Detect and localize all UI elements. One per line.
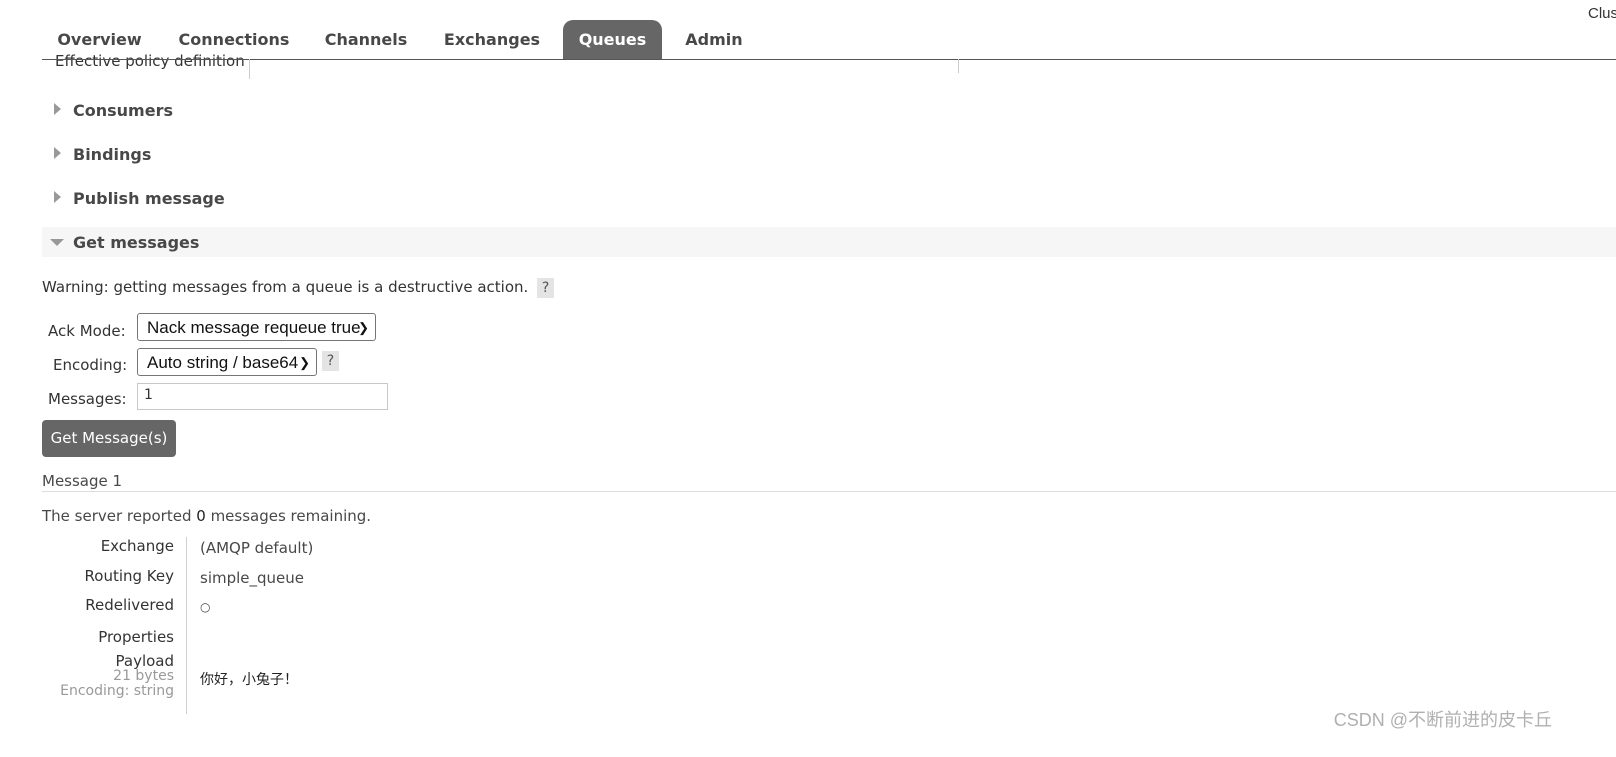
- section-title: Publish message: [73, 189, 225, 208]
- chevron-down-icon: ❯: [358, 320, 369, 335]
- tab-exchanges[interactable]: Exchanges: [430, 20, 554, 59]
- redelivered-key: Redelivered: [85, 596, 174, 614]
- remaining-count: 0: [196, 507, 206, 525]
- divider: [42, 491, 1616, 492]
- get-messages-button[interactable]: Get Message(s): [42, 420, 176, 457]
- routing-key-value: simple_queue: [200, 569, 305, 587]
- warning-text: Warning: getting messages from a queue i…: [42, 278, 529, 296]
- payload-key: Payload: [115, 652, 175, 670]
- properties-key: Properties: [98, 628, 174, 646]
- main-nav: Overview Connections Channels Exchanges …: [42, 20, 1616, 60]
- ack-mode-value: Nack message requeue true: [147, 318, 361, 337]
- detail-divider: [186, 537, 187, 714]
- section-title: Get messages: [73, 233, 200, 252]
- expand-arrow-icon: [54, 147, 61, 159]
- routing-key-key: Routing Key: [84, 567, 174, 585]
- section-title: Bindings: [73, 145, 152, 164]
- table-divider: [249, 59, 250, 79]
- tab-overview[interactable]: Overview: [42, 20, 157, 59]
- messages-label: Messages:: [48, 390, 127, 408]
- exchange-key: Exchange: [100, 537, 174, 555]
- message-title: Message 1: [42, 472, 123, 490]
- payload-value: 你好，小兔子！: [200, 672, 298, 688]
- help-icon[interactable]: ?: [537, 278, 555, 298]
- tab-admin[interactable]: Admin: [672, 20, 756, 59]
- exchange-value: (AMQP default): [200, 539, 314, 557]
- encoding-value: Auto string / base64: [147, 353, 299, 372]
- collapse-arrow-icon: [50, 239, 64, 246]
- help-icon[interactable]: ?: [322, 351, 339, 371]
- tab-channels[interactable]: Channels: [310, 20, 422, 59]
- remaining-prefix: The server reported: [42, 507, 197, 525]
- table-divider: [958, 59, 959, 73]
- expand-arrow-icon: [54, 103, 61, 115]
- tab-queues[interactable]: Queues: [563, 20, 662, 59]
- payload-encoding: Encoding: string: [60, 683, 174, 699]
- messages-count-input[interactable]: 1: [137, 383, 388, 410]
- tab-connections[interactable]: Connections: [164, 20, 304, 59]
- chevron-down-icon: ❯: [299, 355, 310, 370]
- encoding-select[interactable]: Auto string / base64 ❯: [137, 348, 317, 376]
- payload-size: 21 bytes: [113, 668, 174, 684]
- ack-mode-select[interactable]: Nack message requeue true ❯: [137, 313, 376, 341]
- payload-key-block: Payload 21 bytes Encoding: string: [60, 654, 174, 699]
- expand-arrow-icon: [54, 191, 61, 203]
- encoding-label: Encoding:: [53, 356, 128, 374]
- warning-row: Warning: getting messages from a queue i…: [42, 278, 555, 298]
- section-publish-message[interactable]: Publish message: [42, 183, 1616, 213]
- remaining-text: The server reported 0 messages remaining…: [42, 507, 371, 525]
- redelivered-value: ○: [200, 600, 211, 614]
- section-consumers[interactable]: Consumers: [42, 95, 1616, 125]
- ack-mode-label: Ack Mode:: [48, 322, 126, 340]
- section-get-messages[interactable]: Get messages: [42, 227, 1616, 257]
- remaining-suffix: messages remaining.: [205, 507, 372, 525]
- section-title: Consumers: [73, 101, 173, 120]
- section-bindings[interactable]: Bindings: [42, 139, 1616, 169]
- watermark-text: CSDN @不断前进的皮卡丘: [1333, 710, 1552, 730]
